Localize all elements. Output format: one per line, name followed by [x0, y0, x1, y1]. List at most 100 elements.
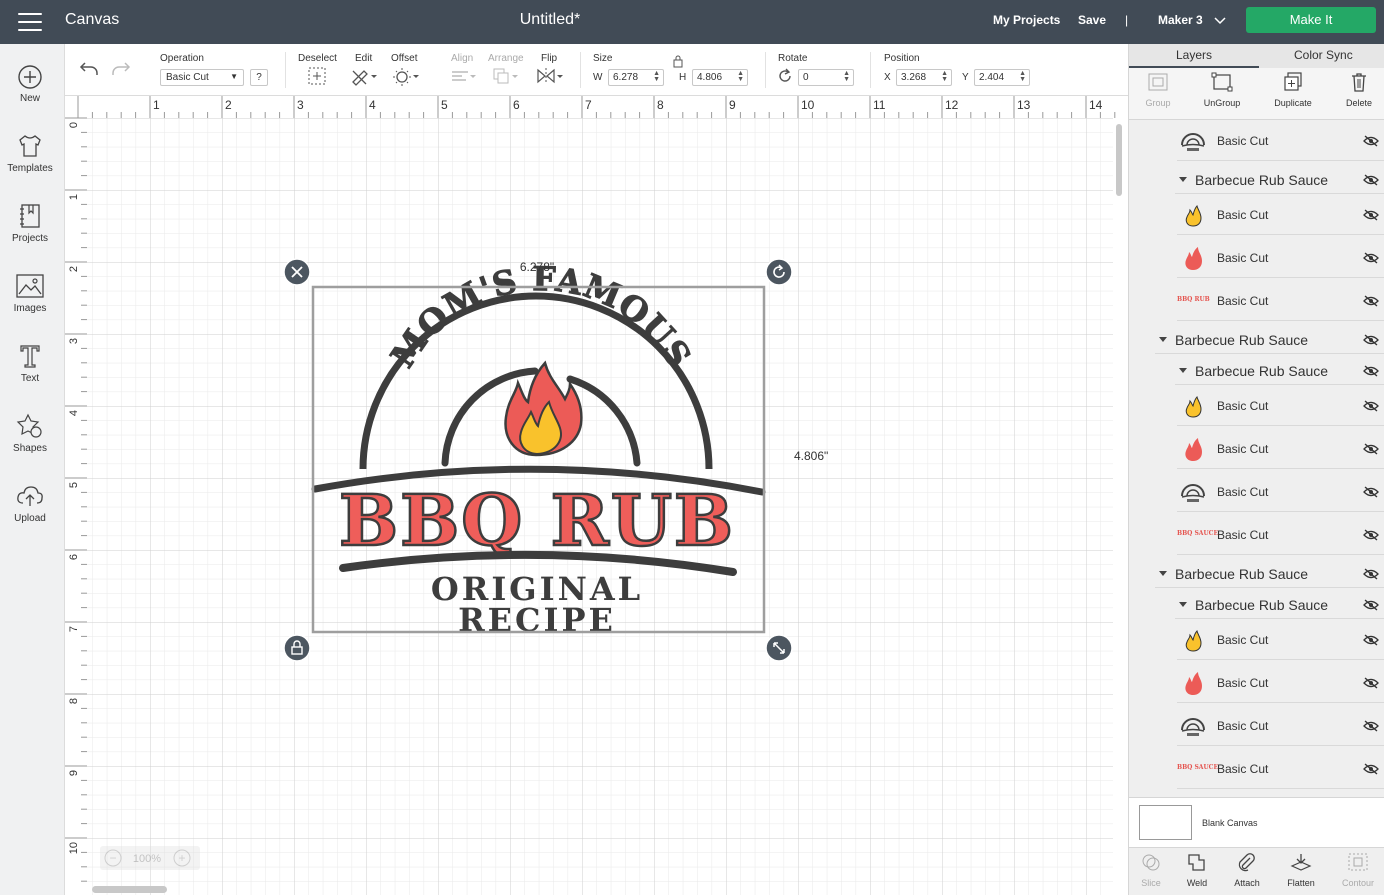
ungroup-icon: [1211, 72, 1233, 92]
eye-hidden-icon[interactable]: [1363, 634, 1379, 646]
stepper-icon[interactable]: ▲ ▼: [737, 70, 744, 83]
delete-handle[interactable]: [283, 258, 311, 286]
make-it-button[interactable]: Make It: [1246, 7, 1376, 33]
layer-row[interactable]: Basic Cut: [1177, 386, 1384, 426]
layer-group-row[interactable]: Barbecue Rub Sauce: [1175, 355, 1384, 385]
group-button[interactable]: Group: [1128, 72, 1188, 108]
edit-icon[interactable]: [350, 66, 378, 86]
horizontal-scrollbar[interactable]: [92, 886, 167, 893]
layer-group-row[interactable]: Barbecue Rub Sauce: [1155, 324, 1384, 354]
stepper-icon[interactable]: ▲ ▼: [653, 70, 660, 83]
delete-button[interactable]: Delete: [1329, 72, 1384, 108]
layer-row[interactable]: Basic Cut: [1177, 472, 1384, 512]
lock-handle[interactable]: [283, 634, 311, 662]
eye-hidden-icon[interactable]: [1363, 529, 1379, 541]
duplicate-button[interactable]: Duplicate: [1263, 72, 1323, 108]
document-title[interactable]: Untitled*: [0, 11, 1100, 29]
caret-down-icon[interactable]: [1179, 602, 1187, 607]
action-label: Attach: [1234, 878, 1260, 888]
layer-row[interactable]: Basic Cut: [1177, 663, 1384, 703]
sidebar-item-images[interactable]: Images: [0, 272, 60, 314]
stepper-icon[interactable]: ▲ ▼: [843, 70, 850, 83]
vertical-scrollbar[interactable]: [1116, 124, 1122, 196]
tab-layers[interactable]: Layers: [1176, 48, 1212, 62]
tab-color-sync[interactable]: Color Sync: [1294, 48, 1353, 62]
layer-row[interactable]: BBQ RUB Basic Cut: [1177, 281, 1384, 321]
x-input[interactable]: 3.268 ▲ ▼: [896, 69, 952, 86]
machine-selector[interactable]: Maker 3: [1158, 13, 1226, 27]
undo-icon[interactable]: [79, 60, 99, 78]
deselect-icon[interactable]: [307, 66, 327, 86]
ungroup-button[interactable]: UnGroup: [1192, 72, 1252, 108]
eye-hidden-icon[interactable]: [1363, 365, 1379, 377]
layer-thumbnail: BBQ SAUCE: [1177, 521, 1218, 549]
eye-hidden-icon[interactable]: [1363, 295, 1379, 307]
eye-hidden-icon[interactable]: [1363, 209, 1379, 221]
offset-icon[interactable]: [392, 66, 420, 86]
caret-down-icon[interactable]: [1159, 571, 1167, 576]
canvas-swatch[interactable]: [1139, 805, 1192, 840]
stepper-icon[interactable]: ▲ ▼: [1019, 70, 1026, 83]
stepper-icon[interactable]: ▲ ▼: [941, 70, 948, 83]
rotate-input[interactable]: 0 ▲ ▼: [798, 69, 854, 86]
caret-down-icon[interactable]: [1159, 337, 1167, 342]
eye-hidden-icon[interactable]: [1363, 486, 1379, 498]
operation-help-button[interactable]: ?: [250, 69, 268, 86]
ruler-x-label: 13: [1017, 98, 1031, 112]
layer-row[interactable]: BBQ SAUCE Basic Cut: [1177, 749, 1384, 789]
eye-hidden-icon[interactable]: [1363, 568, 1379, 580]
sidebar-item-text[interactable]: Text: [0, 342, 60, 384]
width-input[interactable]: 6.278 ▲ ▼: [608, 69, 664, 86]
resize-handle[interactable]: [765, 634, 793, 662]
y-input[interactable]: 2.404 ▲ ▼: [974, 69, 1030, 86]
caret-down-icon[interactable]: [1179, 368, 1187, 373]
operation-select[interactable]: Basic Cut ▼: [160, 69, 244, 86]
layer-row[interactable]: Basic Cut: [1177, 620, 1384, 660]
blank-canvas-row[interactable]: Blank Canvas: [1129, 797, 1384, 847]
layer-row[interactable]: Basic Cut: [1177, 706, 1384, 746]
layer-group-row[interactable]: Barbecue Rub Sauce: [1175, 164, 1384, 194]
sidebar-item-upload[interactable]: Upload: [0, 482, 60, 524]
lock-icon[interactable]: [671, 54, 685, 68]
layer-row[interactable]: BBQ SAUCE Basic Cut: [1177, 515, 1384, 555]
rotate-handle[interactable]: [765, 258, 793, 286]
slice-button[interactable]: Slice: [1126, 852, 1176, 888]
eye-hidden-icon[interactable]: [1363, 174, 1379, 186]
attach-button[interactable]: Attach: [1222, 852, 1272, 888]
layer-group-row[interactable]: Barbecue Rub Sauce: [1175, 589, 1384, 619]
save-button[interactable]: Save: [1078, 13, 1106, 27]
height-input[interactable]: 4.806 ▲ ▼: [692, 69, 748, 86]
flip-icon[interactable]: [535, 66, 565, 86]
my-projects-link[interactable]: My Projects: [993, 13, 1060, 27]
left-sidebar: New Templates Projects Images Text Shape…: [0, 44, 65, 895]
sidebar-label: New: [19, 93, 40, 104]
flatten-button[interactable]: Flatten: [1276, 852, 1326, 888]
weld-button[interactable]: Weld: [1172, 852, 1222, 888]
size-label: Size: [593, 53, 613, 64]
eye-hidden-icon[interactable]: [1363, 599, 1379, 611]
eye-hidden-icon[interactable]: [1363, 763, 1379, 775]
position-label: Position: [884, 53, 920, 64]
caret-down-icon[interactable]: [1179, 177, 1187, 182]
design-canvas[interactable]: 1 2 3 4 5 6 7 8 9 10 11 12 13 14 0 1 2 3 4 5 6 7 8 9 10 MOM'S F…: [65, 96, 1128, 895]
redo-icon[interactable]: [111, 60, 131, 78]
sidebar-item-projects[interactable]: Projects: [0, 202, 60, 244]
eye-hidden-icon[interactable]: [1363, 135, 1379, 147]
layer-row[interactable]: Basic Cut: [1177, 238, 1384, 278]
eye-hidden-icon[interactable]: [1363, 400, 1379, 412]
sidebar-item-templates[interactable]: Templates: [0, 132, 60, 174]
eye-hidden-icon[interactable]: [1363, 677, 1379, 689]
layer-group-row[interactable]: Barbecue Rub Sauce: [1155, 558, 1384, 588]
eye-hidden-icon[interactable]: [1363, 720, 1379, 732]
sidebar-item-new[interactable]: New: [0, 64, 60, 104]
eye-hidden-icon[interactable]: [1363, 252, 1379, 264]
canvas-surface[interactable]: 1 2 3 4 5 6 7 8 9 10 11 12 13 14 012345678910 MOM'S F…: [65, 96, 1128, 895]
layer-row[interactable]: Basic Cut: [1177, 429, 1384, 469]
cloud-upload-icon: [17, 486, 43, 506]
layer-row[interactable]: Basic Cut: [1177, 121, 1384, 161]
sidebar-item-shapes[interactable]: Shapes: [0, 412, 60, 454]
layer-row[interactable]: Basic Cut: [1177, 195, 1384, 235]
contour-button[interactable]: Contour: [1333, 852, 1383, 888]
eye-hidden-icon[interactable]: [1363, 334, 1379, 346]
eye-hidden-icon[interactable]: [1363, 443, 1379, 455]
